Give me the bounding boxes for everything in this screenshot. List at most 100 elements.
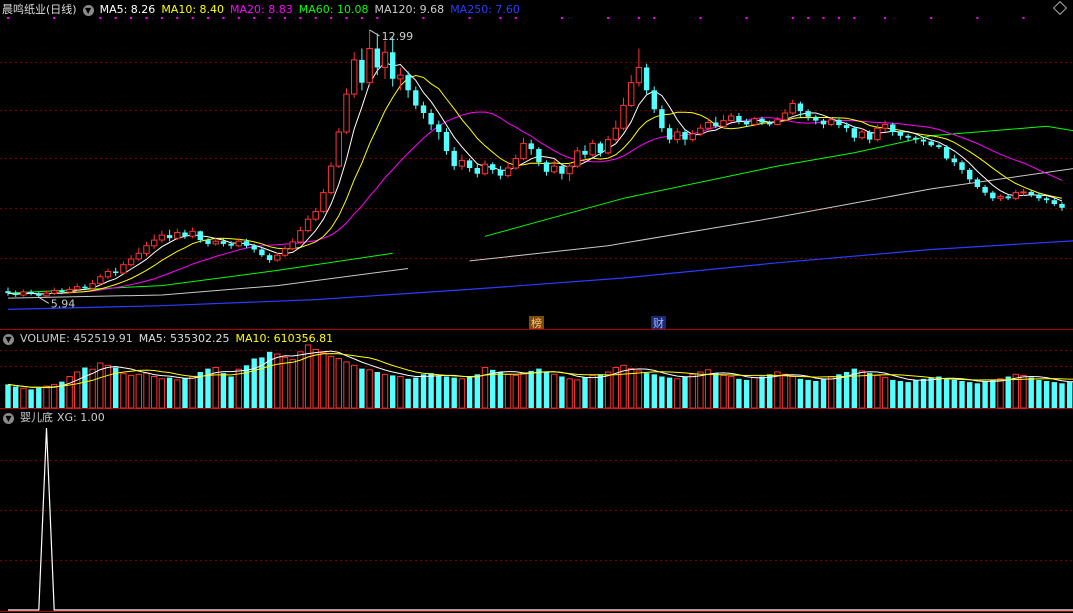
volume-toggle-icon[interactable]: ▼ <box>3 333 14 345</box>
volume-bar <box>543 372 550 408</box>
volume-bar <box>905 382 911 408</box>
volume-bar <box>597 374 604 409</box>
ma120-line <box>7 268 409 299</box>
settings-toggle-icon[interactable]: ▼ <box>82 4 94 16</box>
candle-body <box>143 245 150 254</box>
candle-body <box>767 122 773 125</box>
candle-body <box>420 105 427 113</box>
candle-body <box>890 124 896 132</box>
candle-body <box>243 241 250 246</box>
candle-body <box>1005 196 1011 199</box>
candle-body <box>843 125 850 129</box>
candle-body <box>1012 192 1019 199</box>
volume-bar <box>1051 382 1057 408</box>
volume-bar <box>1067 382 1073 408</box>
candle-body <box>120 264 127 274</box>
volume-bar <box>366 369 373 409</box>
candle-body <box>28 292 34 294</box>
candle-body <box>490 164 496 170</box>
candle-body <box>466 160 473 168</box>
volume-bar <box>774 371 781 409</box>
volume-bar <box>481 367 489 409</box>
candle-body <box>158 234 166 241</box>
candle-body <box>851 128 857 138</box>
ma20-label: MA20: 8.83 <box>230 3 293 16</box>
candle-body <box>959 162 965 170</box>
candle-body <box>320 192 327 213</box>
candle-body <box>312 211 319 220</box>
volume-bar <box>704 369 712 409</box>
candle-body <box>543 162 550 172</box>
candle-body <box>251 245 257 250</box>
volume-bar <box>890 379 896 408</box>
volume-ma10-label: MA10: 610356.81 <box>235 332 334 345</box>
candle-body <box>5 291 11 294</box>
volume-bar <box>20 387 27 409</box>
candle-body <box>836 119 842 126</box>
candle-body <box>481 163 489 175</box>
volume-bar <box>320 352 327 409</box>
candle-body <box>97 276 104 285</box>
signal-dot <box>745 17 748 19</box>
ma120-label: MA120: 9.68 <box>374 3 445 16</box>
marker-bang-label: 榜 <box>531 316 542 330</box>
candle-body <box>512 158 519 169</box>
signal-dot <box>837 17 840 19</box>
candle-body <box>443 132 450 151</box>
volume-bar <box>951 379 957 408</box>
volume-bar <box>651 374 657 409</box>
volume-bar <box>166 377 173 408</box>
candle-body <box>635 67 643 84</box>
volume-bar <box>682 376 688 408</box>
volume-bar <box>374 372 380 408</box>
low-pointer <box>38 296 50 304</box>
volume-bar <box>767 374 773 409</box>
volume-bar <box>189 376 196 409</box>
volume-bar <box>982 381 988 408</box>
volume-bar <box>120 373 127 409</box>
volume-bar <box>566 378 573 409</box>
high-pointer <box>369 29 380 37</box>
volume-bar <box>304 344 312 409</box>
candle-body <box>74 286 81 290</box>
indicator-toggle-icon[interactable]: ▼ <box>3 412 14 424</box>
volume-bar <box>759 376 765 408</box>
volume-bar <box>628 368 635 409</box>
candle-body <box>920 139 927 142</box>
candle-body <box>235 240 243 247</box>
candle-body <box>335 131 343 167</box>
candle-body <box>413 90 419 106</box>
volume-bar <box>1036 379 1042 408</box>
signal-dot <box>807 17 810 19</box>
volume-bar <box>327 355 335 409</box>
volume-bar <box>74 371 81 409</box>
volume-bar <box>458 378 466 409</box>
candle-body <box>643 67 650 91</box>
volume-bar <box>797 378 804 409</box>
volume-bar <box>13 386 19 408</box>
signal-dot <box>653 17 656 19</box>
volume-bar <box>390 375 396 408</box>
volume-bar <box>997 378 1004 409</box>
candle-body <box>628 82 635 106</box>
candle-body <box>89 283 96 289</box>
candle-body <box>659 109 665 129</box>
candle-body <box>713 122 719 127</box>
candle-body <box>774 119 781 125</box>
volume-bar <box>897 381 904 408</box>
candle-body <box>974 179 981 187</box>
volume-bar <box>751 377 758 409</box>
candle-body <box>651 90 657 110</box>
candle-body <box>1051 200 1057 204</box>
volume-bar <box>127 374 135 409</box>
volume-legend: ▼ VOLUME: 452519.91 MA5: 535302.25 MA10: 61… <box>0 331 339 347</box>
candle-body <box>574 150 581 167</box>
volume-bar <box>736 378 742 409</box>
volume-bar <box>574 379 581 409</box>
volume-bar <box>158 378 166 409</box>
candle-body <box>289 241 296 250</box>
volume-bar <box>490 369 496 409</box>
candle-body <box>113 271 119 273</box>
volume-bar <box>990 379 996 408</box>
candle-body <box>997 195 1004 199</box>
